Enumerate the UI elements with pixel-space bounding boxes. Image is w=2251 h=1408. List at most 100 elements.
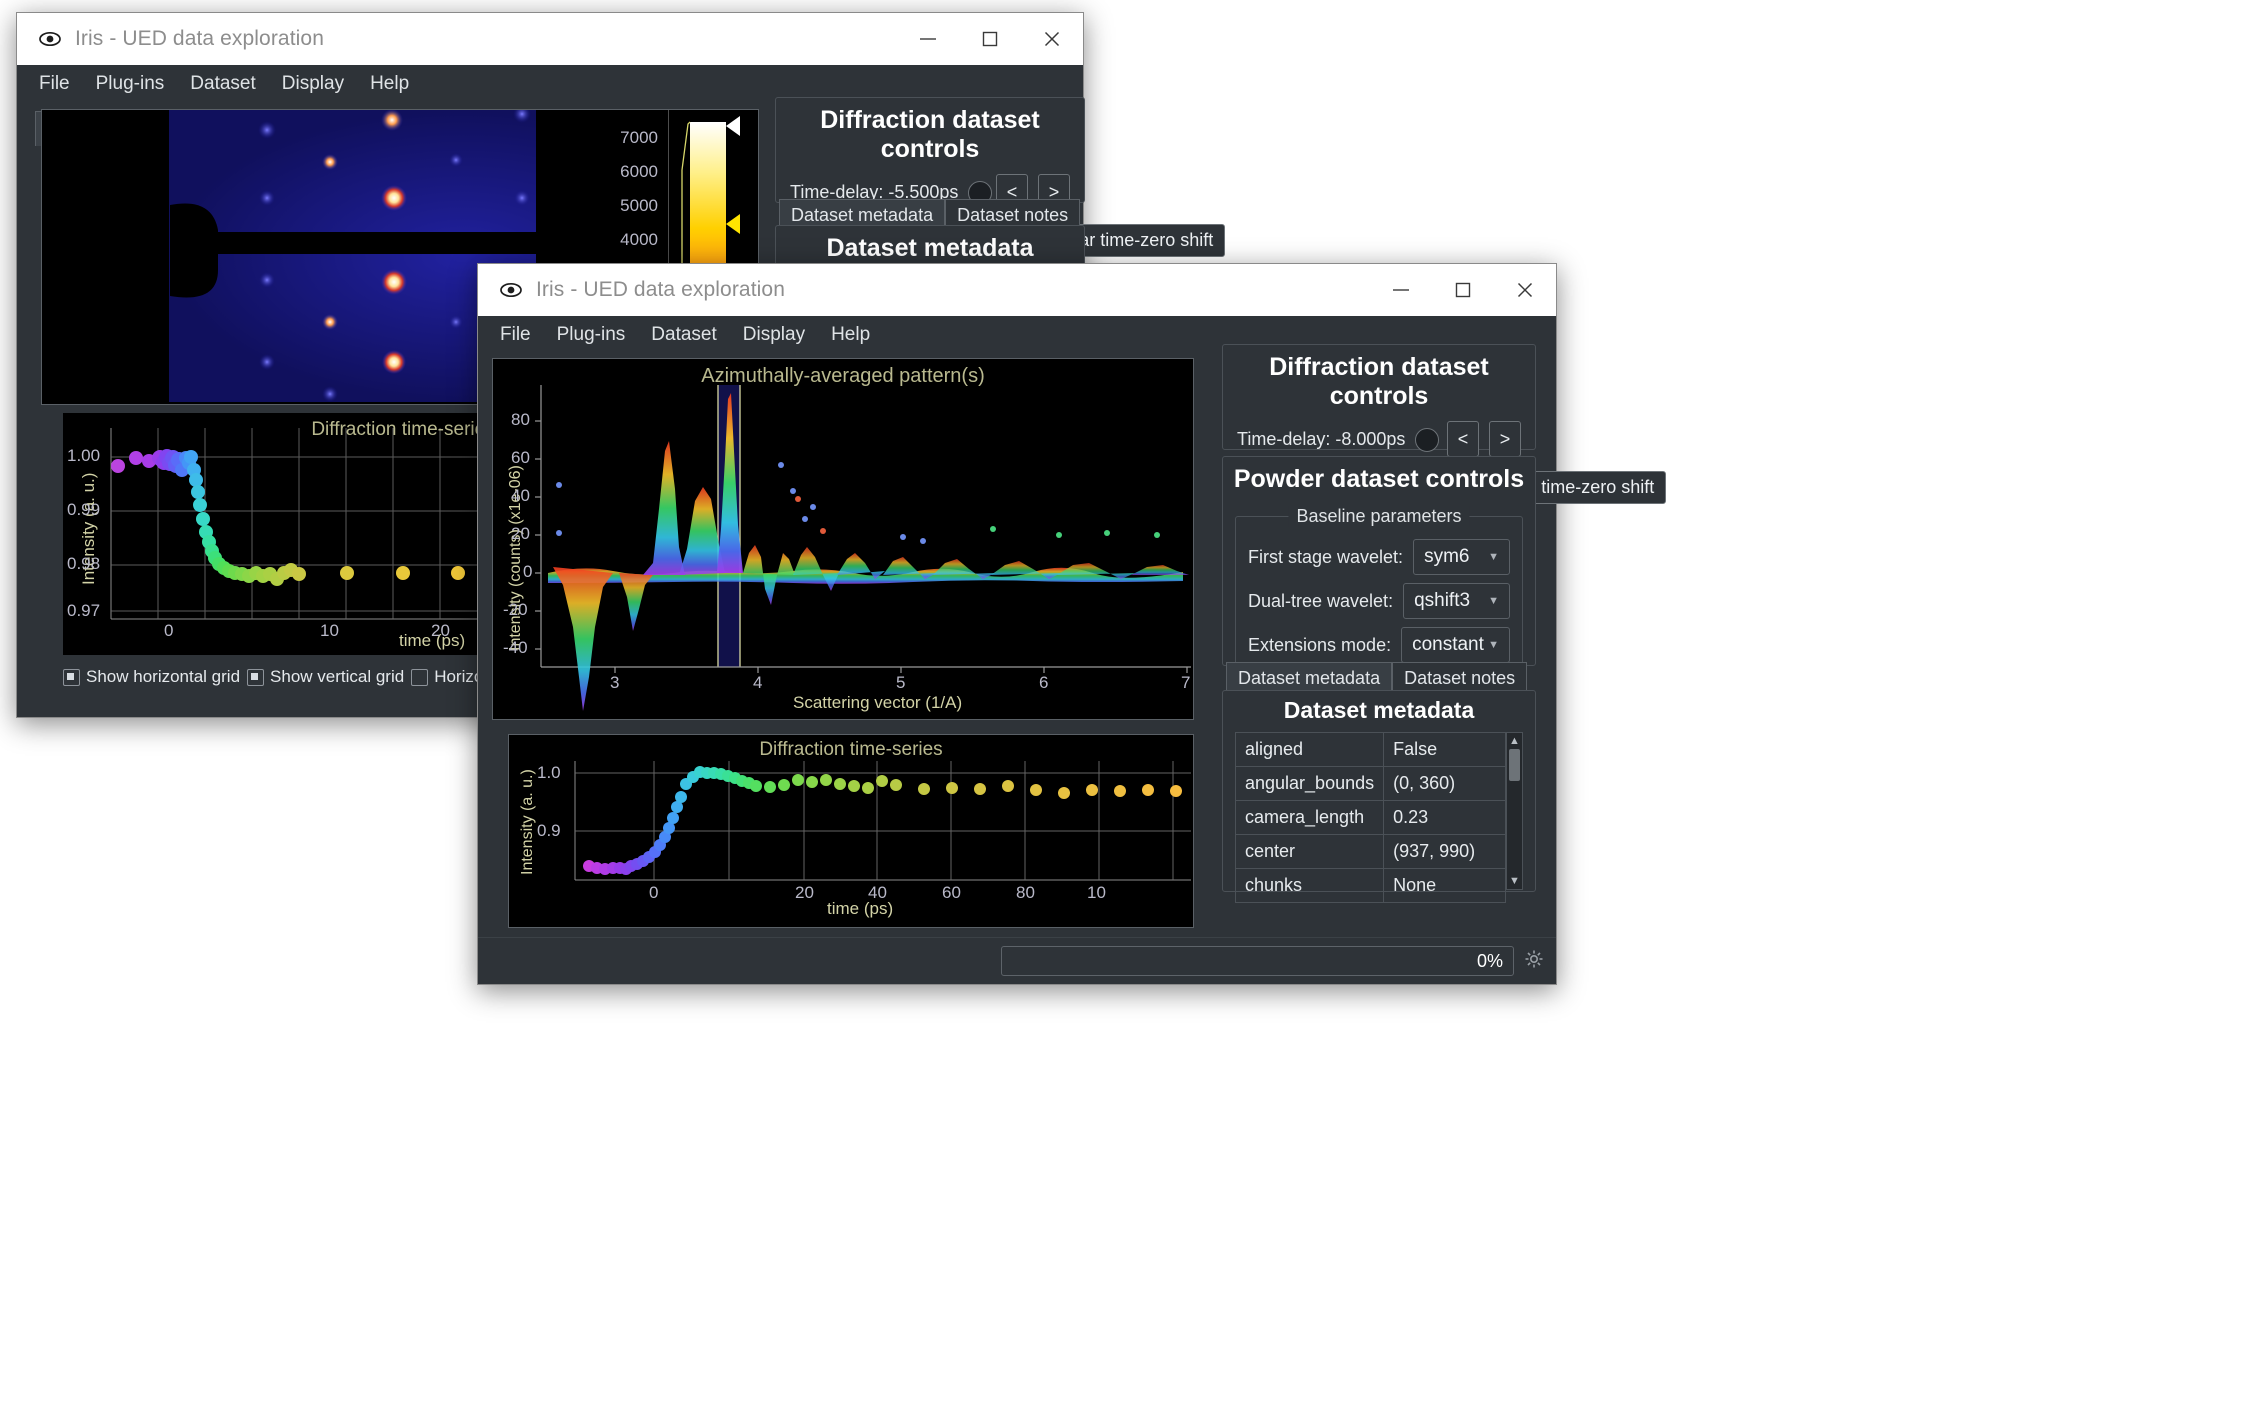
dual-tree-wavelet-combo[interactable]: qshift3 ▼ [1403,583,1510,619]
back-window-title: Iris - UED data exploration [75,27,324,50]
azimuthal-xtick-6: 6 [1039,673,1049,692]
chevron-down-icon[interactable]: ▼ [1488,595,1499,607]
front-window[interactable]: Iris - UED data exploration File Plug-in… [477,263,1667,985]
front-timeseries-plot[interactable]: Diffraction time-series Intensity (a. u.… [508,734,1194,928]
table-row[interactable]: aligned False [1234,732,1506,767]
metadata-scrollbar[interactable]: ▲ ▼ [1505,732,1523,890]
chevron-down-icon[interactable]: ▼ [1488,639,1499,651]
front-timeseries-points [583,766,1182,875]
menu-display[interactable]: Display [282,73,344,95]
metadata-value: 0.23 [1383,800,1506,835]
back-ytick-1-00: 1.00 [67,446,101,465]
front-xtick-60: 60 [942,883,961,902]
checkbox-icon[interactable] [63,668,80,686]
front-xtick-20: 20 [795,883,814,902]
time-delay-slider-knob[interactable] [1415,428,1440,452]
checkbox-show-vertical-grid[interactable]: Show vertical grid [247,667,404,687]
checkbox-icon[interactable] [247,668,265,686]
azimuthal-xtick-5: 5 [896,673,906,692]
front-window-titlebar[interactable]: Iris - UED data exploration [478,264,1556,316]
cbar-tick-7000: 7000 [620,128,658,147]
powder-dataset-controls-panel: Powder dataset controls Baseline paramet… [1222,456,1536,763]
extensions-mode-value: constant [1412,634,1484,655]
metadata-key: aligned [1234,732,1385,767]
front-xtick-40: 40 [868,883,887,902]
scroll-down-icon[interactable]: ▼ [1507,875,1522,887]
minimize-icon[interactable] [1370,264,1432,316]
table-row[interactable]: camera_length 0.23 [1234,800,1506,835]
maximize-icon[interactable] [1432,264,1494,316]
table-row[interactable]: center (937, 990) [1234,834,1506,869]
front-window-title: Iris - UED data exploration [536,278,785,301]
dual-tree-wavelet-value: qshift3 [1414,590,1471,611]
extensions-mode-combo[interactable]: constant ▼ [1401,627,1510,663]
metadata-key: camera_length [1234,800,1385,835]
menu-plugins[interactable]: Plug-ins [96,73,165,95]
progress-bar: 0% [1001,946,1514,976]
front-xtick-100: 10 [1087,883,1106,902]
azimuthal-ytick-0: 0 [523,562,533,581]
table-row[interactable]: angular_bounds (0, 360) [1234,766,1506,801]
menu-dataset[interactable]: Dataset [190,73,255,95]
close-icon[interactable] [1021,13,1083,65]
menu-help[interactable]: Help [370,73,409,95]
front-status-bar: 0% [478,937,1556,984]
azimuthal-xtick-7: 7 [1181,673,1191,692]
menu-file[interactable]: File [500,324,531,346]
menu-plugins[interactable]: Plug-ins [557,324,626,346]
dual-tree-wavelet-label: Dual-tree wavelet: [1248,590,1394,611]
metadata-value: None [1383,868,1506,903]
front-ytick-1-0: 1.0 [537,763,561,782]
front-timeseries-title: Diffraction time-series [759,739,943,760]
checkbox-show-horizontal-grid[interactable]: Show horizontal grid [63,667,240,687]
time-delay-slider[interactable] [1415,428,1440,452]
time-delay-slider[interactable] [968,181,993,205]
metadata-key: center [1234,834,1385,869]
back-panel-title: Diffraction dataset controls [820,106,1040,163]
powder-panel-title: Powder dataset controls [1233,465,1525,493]
azimuthal-xlabel: Scattering vector (1/A) [793,693,963,712]
baseline-parameters-label: Baseline parameters [1288,506,1470,527]
menu-help[interactable]: Help [831,324,870,346]
metadata-key: chunks [1234,868,1385,903]
chevron-down-icon[interactable]: ▼ [1488,551,1499,563]
azimuthal-plot-svg [493,359,1191,717]
metadata-value: (937, 990) [1383,834,1506,869]
cbar-tick-4000: 4000 [620,230,658,249]
eye-icon [39,31,61,47]
scrollbar-thumb[interactable] [1508,749,1520,781]
settings-gear-icon[interactable] [1524,949,1544,974]
azimuthal-ytick-40: 40 [511,486,530,505]
azimuthal-averages-plot[interactable]: Azimuthally-averaged pattern(s) Intensit… [492,358,1194,720]
minimize-icon[interactable] [897,13,959,65]
scroll-up-icon[interactable]: ▲ [1507,735,1522,747]
azimuthal-plot-title: Azimuthally-averaged pattern(s) [701,365,985,387]
first-stage-wavelet-combo[interactable]: sym6 ▼ [1413,539,1510,575]
azimuthal-xtick-3: 3 [610,673,620,692]
close-icon[interactable] [1494,264,1556,316]
maximize-icon[interactable] [959,13,1021,65]
next-timepoint-button[interactable]: > [1489,421,1521,457]
back-window-titlebar[interactable]: Iris - UED data exploration [17,13,1083,65]
first-stage-wavelet-row: First stage wavelet: sym6 ▼ [1248,539,1510,583]
front-metadata-title: Dataset metadata [1283,697,1475,723]
menu-file[interactable]: File [39,73,70,95]
front-diffraction-controls-panel: Diffraction dataset controls Time-delay:… [1222,344,1667,507]
front-timeseries-ylabel: Intensity (a. u.) [519,769,536,875]
back-diffraction-controls-panel: Diffraction dataset controls Time-delay:… [775,97,1226,260]
progress-text: 0% [1476,950,1503,971]
menu-display[interactable]: Display [743,324,805,346]
table-row[interactable]: chunks None [1234,868,1506,903]
menu-dataset[interactable]: Dataset [651,324,716,346]
azimuthal-ytick-neg40: -40 [503,638,528,657]
prev-timepoint-button[interactable]: < [1447,421,1479,457]
checkbox-icon[interactable] [411,668,429,686]
back-ytick-0-98: 0.98 [67,554,101,573]
back-window-controls [897,13,1083,65]
back-xtick-10: 10 [320,621,339,640]
cbar-tick-6000: 6000 [620,162,658,181]
cbar-tick-5000: 5000 [620,196,658,215]
dataset-metadata-table[interactable]: aligned False angular_bounds (0, 360) ca… [1234,732,1506,903]
dual-tree-wavelet-row: Dual-tree wavelet: qshift3 ▼ [1248,583,1510,627]
metadata-value: False [1383,732,1506,767]
